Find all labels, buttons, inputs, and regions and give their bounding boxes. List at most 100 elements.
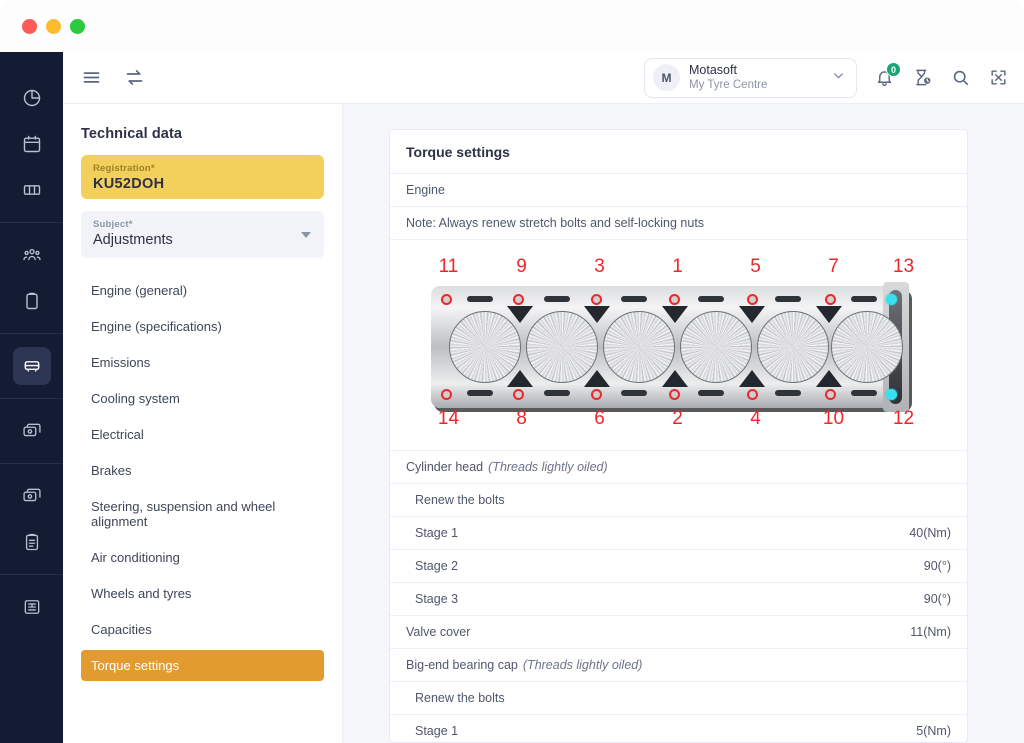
coolant-passage (738, 306, 765, 323)
bolt-hole (590, 389, 602, 400)
row-label: Valve cover (406, 625, 471, 639)
window-minimize-button[interactable] (46, 18, 61, 34)
bolt-hole (590, 294, 602, 305)
table-row: Stage 3 90(°) (390, 583, 967, 616)
table-row: Renew the bolts (390, 484, 967, 517)
invoices-cards-icon[interactable] (13, 477, 51, 515)
coolant-passage (506, 306, 533, 323)
technical-data-nav-list: Engine (general) Engine (specifications) E… (81, 275, 324, 681)
row-label: Renew the bolts (415, 691, 505, 705)
coolant-passage (738, 370, 765, 387)
calendar-icon[interactable] (13, 125, 51, 163)
nav-item-3[interactable]: Cooling system (81, 383, 324, 414)
hourglass-clock-icon[interactable] (913, 68, 932, 87)
coolant-passage (661, 306, 688, 323)
torque-rows-top: Engine Note: Always renew stretch bolts a… (390, 174, 967, 240)
window-titlebar (0, 0, 1024, 52)
rail-group-4 (0, 398, 63, 463)
row-label-group: Engine (406, 183, 445, 197)
nav-item-1[interactable]: Engine (specifications) (81, 311, 324, 342)
nav-item-6[interactable]: Steering, suspension and wheel alignment (81, 491, 324, 537)
locating-dowel-bottom (885, 389, 897, 400)
notification-badge: 0 (886, 62, 901, 77)
nav-item-2[interactable]: Emissions (81, 347, 324, 378)
cylinder-head-bolt-sequence-diagram: 11 9 3 1 5 7 13 14 8 6 2 4 10 12 (390, 240, 967, 451)
coolant-passage (815, 306, 842, 323)
window-close-button[interactable] (22, 18, 37, 34)
registration-field[interactable]: Registration* KU52DOH (81, 155, 324, 199)
bolt-number-top-9: 9 (516, 256, 527, 277)
table-row: Stage 1 5(Nm) (390, 715, 967, 742)
search-icon[interactable] (951, 68, 970, 87)
account-switcher[interactable]: M Motasoft My Tyre Centre (644, 57, 857, 98)
subject-select[interactable]: Subject* Adjustments (81, 211, 324, 258)
window-maximize-button[interactable] (70, 18, 85, 34)
primary-navigation-rail (0, 52, 63, 743)
nav-item-4[interactable]: Electrical (81, 419, 324, 450)
row-label: Stage 1 (415, 724, 459, 738)
table-row: Stage 1 40(Nm) (390, 517, 967, 550)
registration-value: KU52DOH (93, 176, 165, 192)
expand-fullscreen-icon[interactable] (989, 68, 1008, 87)
nav-item-5[interactable]: Brakes (81, 455, 324, 486)
columns-board-icon[interactable] (13, 171, 51, 209)
payments-cards-icon[interactable] (13, 412, 51, 450)
table-row: Valve cover 11(Nm) (390, 616, 967, 649)
registration-label: Registration* (93, 163, 155, 174)
row-value: 5(Nm) (916, 724, 951, 738)
bolt-number-top-5: 5 (750, 256, 761, 277)
oil-gallery-slot (620, 390, 647, 396)
customers-group-icon[interactable] (13, 236, 51, 274)
nav-item-0[interactable]: Engine (general) (81, 275, 324, 306)
coolant-passage (506, 370, 533, 387)
swap-arrows-icon[interactable] (124, 67, 145, 88)
oil-gallery-slot (543, 296, 570, 302)
hamburger-menu-icon[interactable] (81, 67, 102, 88)
reports-book-icon[interactable] (13, 588, 51, 626)
bolt-hole (824, 389, 836, 400)
row-value: 90(°) (923, 559, 951, 573)
bolt-number-bottom-14: 14 (437, 408, 460, 429)
oil-gallery-slot (850, 296, 877, 302)
bolt-hole (824, 294, 836, 305)
torque-rows-bottom: Cylinder head (Threads lightly oiled) Rene… (390, 451, 967, 742)
table-row: Stage 2 90(°) (390, 550, 967, 583)
account-name: Motasoft (689, 63, 737, 78)
vehicle-icon[interactable] (12, 347, 51, 385)
row-label: Note: Always renew stretch bolts and sel… (406, 216, 705, 230)
oil-gallery-slot (774, 390, 801, 396)
clipboard-icon[interactable] (13, 282, 51, 320)
table-row: Engine (390, 174, 967, 207)
coolant-passage (583, 306, 610, 323)
dashboard-pie-icon[interactable] (13, 79, 51, 117)
row-label: Cylinder head (406, 460, 484, 474)
bolt-number-top-3: 3 (594, 256, 605, 277)
checklist-clipboard-icon[interactable] (13, 523, 51, 561)
nav-item-7[interactable]: Air conditioning (81, 542, 324, 573)
bolt-number-top-13: 13 (892, 256, 915, 277)
row-label-group: Big-end bearing cap (Threads lightly oile… (406, 658, 642, 672)
oil-gallery-slot (466, 296, 493, 302)
top-toolbar: M Motasoft My Tyre Centre 0 (63, 52, 1024, 104)
table-row: Cylinder head (Threads lightly oiled) (390, 451, 967, 484)
oil-gallery-slot (543, 390, 570, 396)
bell-icon[interactable]: 0 (875, 62, 901, 87)
nav-item-9[interactable]: Capacities (81, 614, 324, 645)
row-label-group: Stage 1 (406, 526, 458, 540)
bolt-number-top-11: 11 (438, 256, 459, 277)
main-column: M Motasoft My Tyre Centre 0 Technical da… (63, 52, 1024, 743)
row-label-group: Stage 2 (406, 559, 458, 573)
bolt-number-bottom-4: 4 (750, 408, 761, 429)
row-label-group: Stage 3 (406, 592, 458, 606)
nav-item-8[interactable]: Wheels and tyres (81, 578, 324, 609)
bolt-hole (512, 389, 524, 400)
locating-dowel-top (885, 294, 897, 305)
nav-item-10[interactable]: Torque settings (81, 650, 324, 681)
table-row: Note: Always renew stretch bolts and sel… (390, 207, 967, 240)
row-label-group: Renew the bolts (406, 691, 505, 705)
bolt-hole (512, 294, 524, 305)
bolt-hole (668, 389, 680, 400)
oil-gallery-slot (466, 390, 493, 396)
row-label: Big-end bearing cap (406, 658, 518, 672)
row-note: (Threads lightly oiled) (522, 658, 643, 672)
